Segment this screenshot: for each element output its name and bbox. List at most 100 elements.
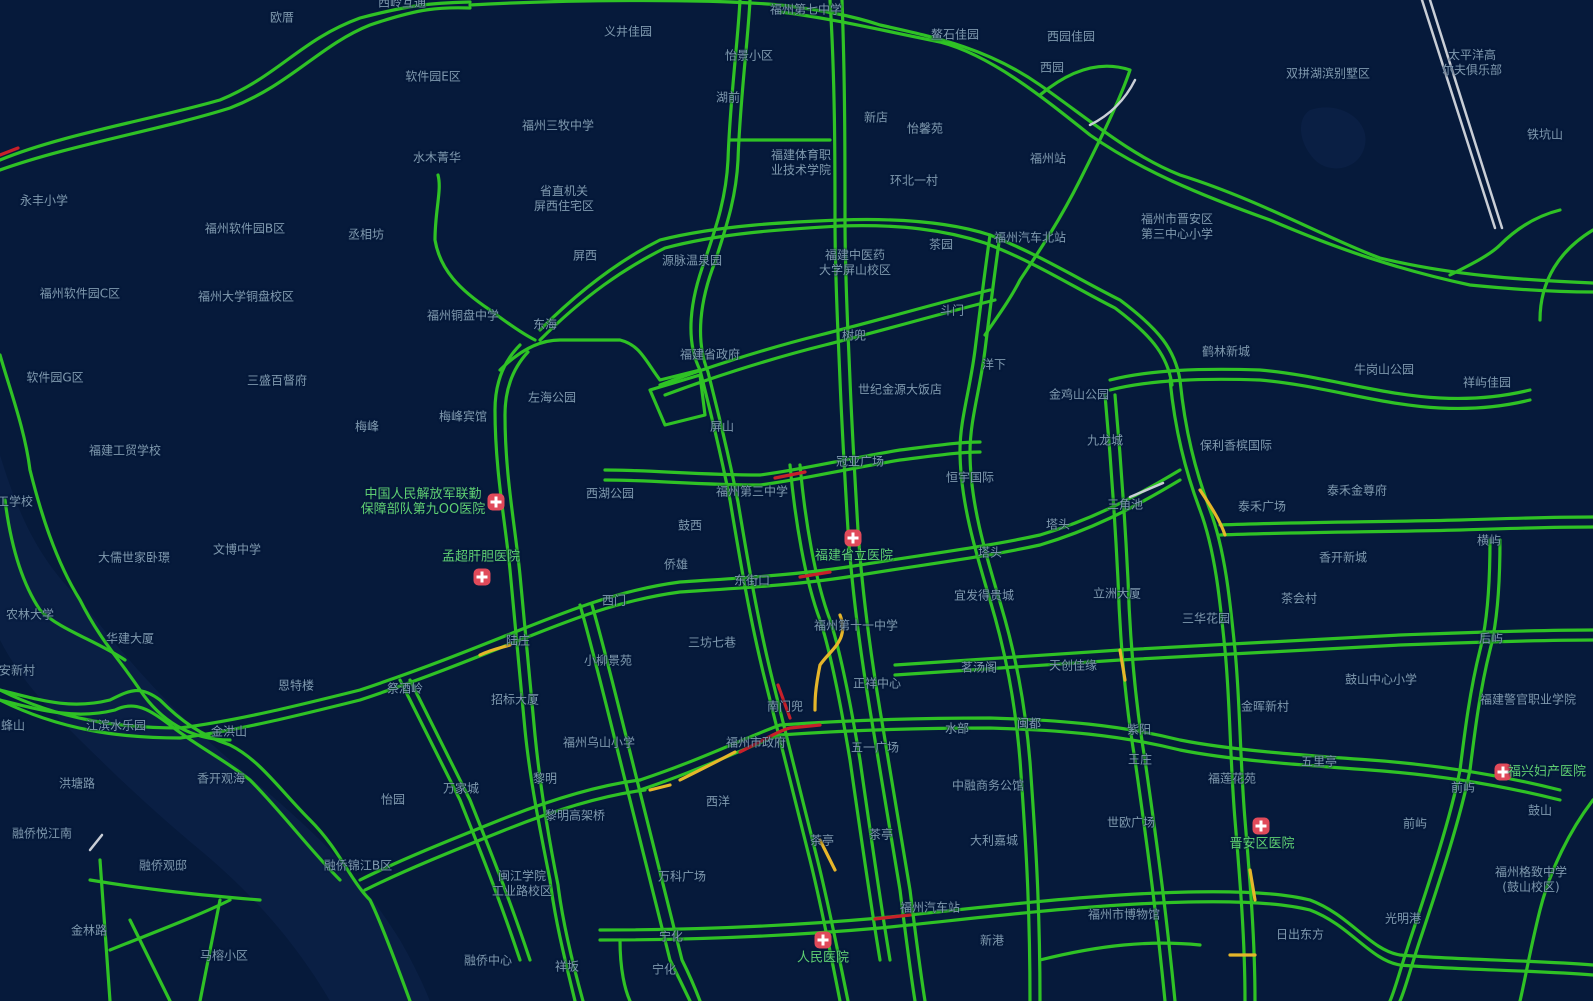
traffic-map[interactable]: 欧厝 西岭互通 义井佳园 福州第七中学 鳌石佳园 西园佳园 西园 双拼湖滨别墅区 太平洋高 尔夫…	[0, 0, 1593, 1001]
hospital-label[interactable]: 晋安区医院	[1229, 837, 1294, 852]
place-label[interactable]: 金鸡山公园	[1049, 388, 1109, 403]
place-label[interactable]: 新店	[864, 111, 888, 126]
place-label[interactable]: 冠亚广场	[836, 455, 884, 470]
place-label[interactable]: 天创佳缘	[1049, 659, 1097, 674]
place-label[interactable]: 福州汽车北站	[994, 231, 1066, 246]
place-label[interactable]: 三角池	[1107, 498, 1143, 513]
place-label[interactable]: 恩特楼	[278, 679, 314, 694]
place-label[interactable]: 华建大厦	[106, 632, 154, 647]
place-label[interactable]: 泰禾广场	[1238, 500, 1286, 515]
place-label[interactable]: 祭酒岭	[387, 682, 423, 697]
place-label[interactable]: 黎明高架桥	[545, 809, 605, 824]
place-label[interactable]: 塔头	[978, 546, 1002, 561]
hospital-icon[interactable]	[814, 931, 832, 949]
place-label[interactable]: 农林大学	[6, 608, 54, 623]
place-label[interactable]: 树兜	[842, 329, 866, 344]
place-label[interactable]: 太平洋高 尔夫俱乐部	[1442, 48, 1502, 78]
place-label[interactable]: 福建中医药 大学屏山校区	[819, 248, 891, 278]
place-label[interactable]: 宁化	[659, 930, 683, 945]
place-label[interactable]: 安新村	[0, 664, 35, 679]
place-label[interactable]: 恒宇国际	[946, 471, 994, 486]
place-label[interactable]: 福州乌山小学	[563, 736, 635, 751]
place-label[interactable]: 横屿	[1477, 534, 1501, 549]
place-label[interactable]: 五里亭	[1301, 755, 1337, 770]
place-label[interactable]: 南门兜	[767, 700, 803, 715]
place-label[interactable]: 宁化	[652, 963, 676, 978]
place-label[interactable]: 祥坂	[555, 960, 579, 975]
place-label[interactable]: 融侨观邸	[139, 859, 187, 874]
place-label[interactable]: 环北一村	[890, 174, 938, 189]
place-label[interactable]: 茶亭	[810, 834, 834, 849]
place-label[interactable]: 紫阳	[1127, 723, 1151, 738]
place-label[interactable]: 福州三牧中学	[522, 119, 594, 134]
place-label[interactable]: 大利嘉城	[970, 834, 1018, 849]
place-label[interactable]: 三华花园	[1182, 612, 1230, 627]
place-label[interactable]: 怡景小区	[725, 49, 773, 64]
place-label[interactable]: 万科广场	[658, 870, 706, 885]
place-label[interactable]: 福州市博物馆	[1088, 908, 1160, 923]
place-label[interactable]: 蜂山	[1, 719, 25, 734]
place-label[interactable]: 福州大学铜盘校区	[198, 290, 294, 305]
place-label[interactable]: 鼓西	[678, 519, 702, 534]
place-label[interactable]: 福州站	[1030, 152, 1066, 167]
place-label[interactable]: 鹤林新城	[1202, 345, 1250, 360]
place-label[interactable]: 福州市政府	[726, 736, 786, 751]
place-label[interactable]: 金晖新村	[1241, 700, 1289, 715]
place-label[interactable]: 福建省政府	[680, 348, 740, 363]
place-label[interactable]: 陆庄	[506, 634, 530, 649]
hospital-icon[interactable]	[844, 529, 862, 547]
place-label[interactable]: 中融商务公馆	[952, 779, 1024, 794]
hospital-label[interactable]: 人民医院	[797, 951, 849, 966]
place-label[interactable]: 文博中学	[213, 543, 261, 558]
hospital-icon[interactable]	[1252, 817, 1270, 835]
place-label[interactable]: 水木菁华	[413, 151, 461, 166]
place-label[interactable]: 西园佳园	[1047, 30, 1095, 45]
place-label[interactable]: 招标大厦	[491, 693, 539, 708]
place-label[interactable]: 前屿	[1403, 817, 1427, 832]
place-label[interactable]: 三坊七巷	[688, 636, 736, 651]
place-label[interactable]: 鼓山中心小学	[1345, 673, 1417, 688]
place-label[interactable]: 福州铜盘中学	[427, 309, 499, 324]
place-label[interactable]: 光明港	[1385, 912, 1421, 927]
place-label[interactable]: 洪塘路	[59, 777, 95, 792]
place-label[interactable]: 省直机关 屏西住宅区	[534, 184, 594, 214]
place-label[interactable]: 双拼湖滨别墅区	[1286, 67, 1370, 82]
place-label[interactable]: 福州第三中学	[716, 485, 788, 500]
place-label[interactable]: 福州汽车站	[900, 901, 960, 916]
place-label[interactable]: 茶园	[929, 238, 953, 253]
place-label[interactable]: 丞相坊	[348, 228, 384, 243]
place-label[interactable]: 水部	[945, 722, 969, 737]
place-label[interactable]: 梅峰	[355, 420, 379, 435]
place-label[interactable]: 牛岗山公园	[1354, 363, 1414, 378]
place-label[interactable]: 前屿	[1451, 781, 1475, 796]
place-label[interactable]: 侨雄	[664, 558, 688, 573]
place-label[interactable]: 怡馨苑	[907, 122, 943, 137]
place-label[interactable]: 西岭互通	[378, 0, 426, 11]
place-label[interactable]: 世纪金源大饭店	[858, 383, 942, 398]
place-label[interactable]: 福州第十一中学	[814, 619, 898, 634]
place-label[interactable]: 福建工贸学校	[89, 444, 161, 459]
place-label[interactable]: 五一广场	[851, 741, 899, 756]
hospital-label[interactable]: 福建省立医院	[815, 549, 893, 564]
place-label[interactable]: 西洋	[706, 795, 730, 810]
hospital-label[interactable]: 中国人民解放军联勤 保障部队第九OO医院	[361, 487, 485, 517]
hospital-label[interactable]: 孟超肝胆医院	[442, 550, 520, 565]
place-label[interactable]: 福建体育职 业技术学院	[771, 148, 831, 178]
place-label[interactable]: 闽江学院 工业路校区	[492, 869, 552, 899]
place-label[interactable]: 屏山	[710, 420, 734, 435]
place-label[interactable]: 融侨中心	[464, 954, 512, 969]
place-label[interactable]: 屏西	[573, 249, 597, 264]
place-label[interactable]: 正祥中心	[853, 677, 901, 692]
place-label[interactable]: 世欧广场	[1107, 816, 1155, 831]
place-label[interactable]: 欧厝	[270, 11, 294, 26]
place-label[interactable]: 洋下	[982, 358, 1006, 373]
place-label[interactable]: 铁坑山	[1527, 128, 1563, 143]
place-label[interactable]: 福州软件园B区	[205, 222, 285, 237]
place-label[interactable]: 西湖公园	[586, 487, 634, 502]
place-label[interactable]: 西门	[602, 594, 626, 609]
place-label[interactable]: 日出东方	[1276, 928, 1324, 943]
place-label[interactable]: 融侨锦江B区	[324, 859, 392, 874]
place-label[interactable]: 融侨悦江南	[12, 827, 72, 842]
place-label[interactable]: 万家城	[443, 782, 479, 797]
place-label[interactable]: 鳌石佳园	[931, 28, 979, 43]
